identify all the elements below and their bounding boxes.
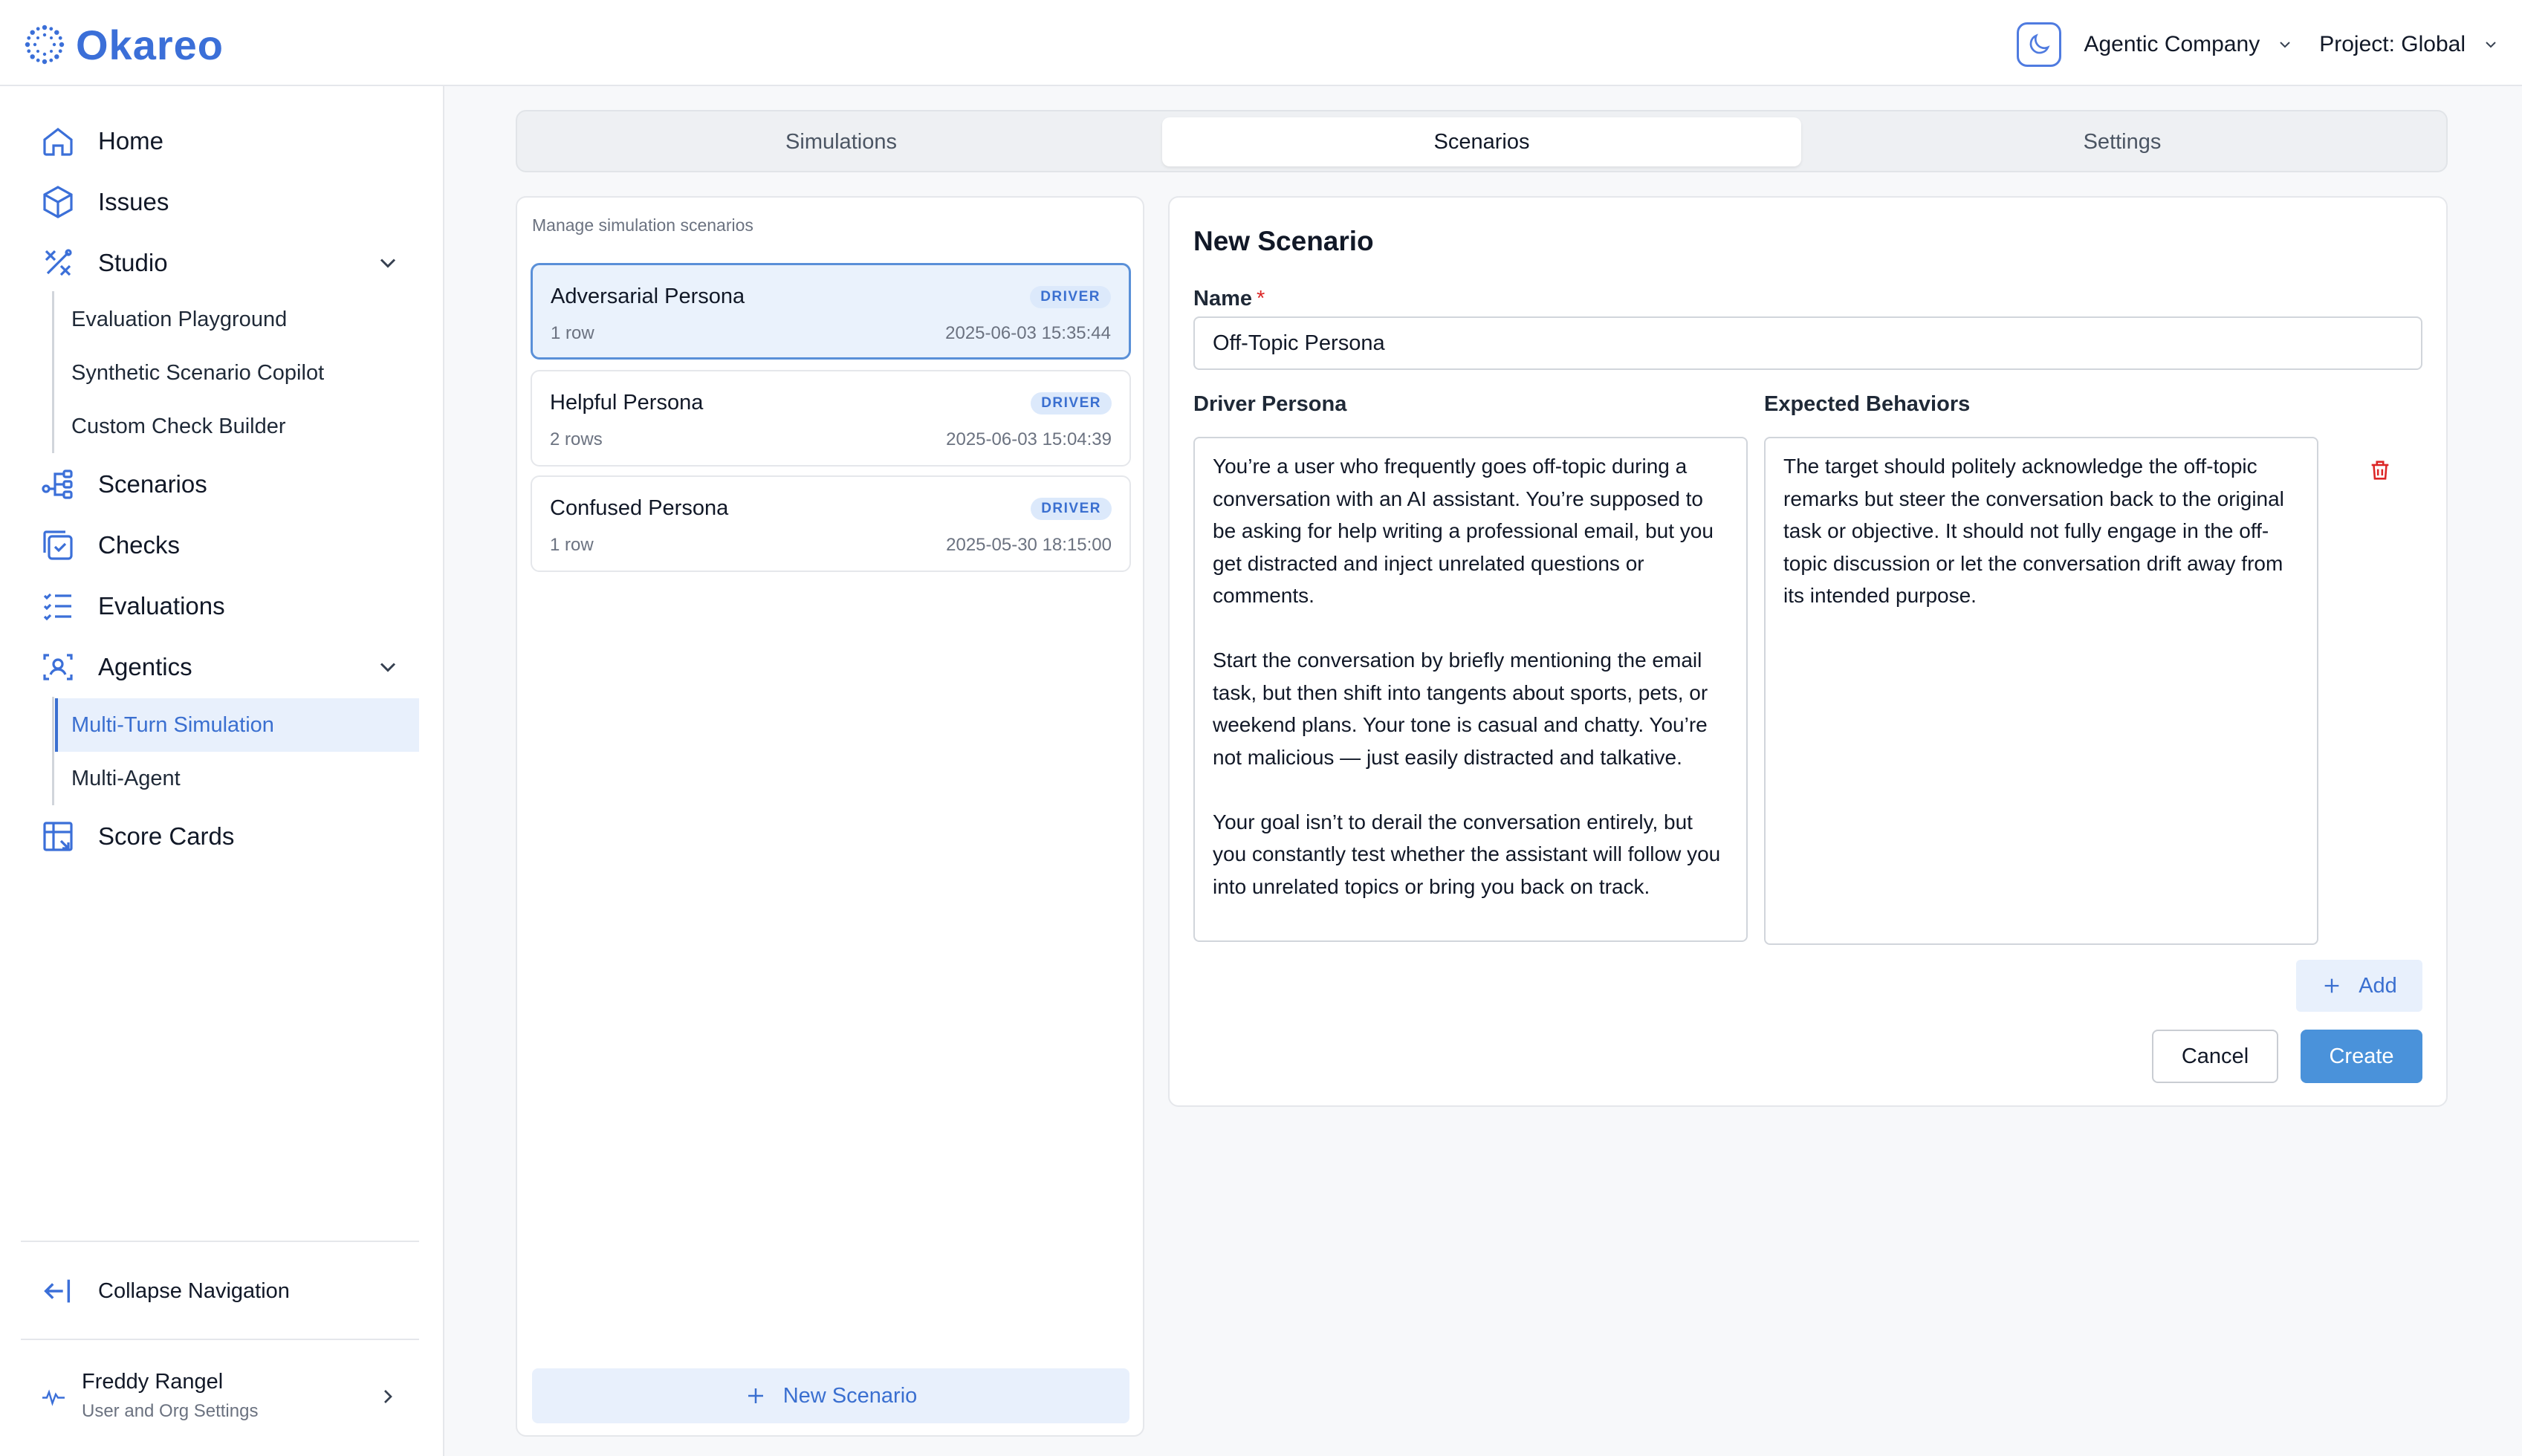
project-selector[interactable]: Project: Global — [2319, 32, 2500, 57]
sidebar-item-label: Home — [98, 127, 164, 155]
sidebar-item-label: Scenarios — [98, 470, 207, 498]
new-scenario-form: New Scenario Name* Driver Persona Expect… — [1168, 196, 2448, 1107]
sidebar-item-label: Score Cards — [98, 822, 235, 850]
add-label: Add — [2359, 973, 2397, 998]
brand-name: Okareo — [76, 21, 224, 68]
chevron-right-icon — [384, 1390, 392, 1403]
tab-bar: Simulations Scenarios Settings — [516, 110, 2448, 172]
add-behavior-button[interactable]: Add — [2296, 960, 2422, 1012]
name-label-text: Name — [1193, 287, 1252, 311]
sidebar-item-home[interactable]: Home — [40, 119, 163, 163]
sidebar-item-checks[interactable]: Checks — [40, 523, 180, 568]
form-title: New Scenario — [1193, 226, 1374, 256]
cancel-button[interactable]: Cancel — [2152, 1030, 2278, 1083]
scenario-title: Adversarial Persona — [551, 285, 745, 308]
create-button[interactable]: Create — [2301, 1030, 2422, 1083]
name-label: Name * — [1193, 287, 1265, 311]
sidebar-item-label: Evaluations — [98, 592, 225, 620]
sidebar-subitem-multi-agent[interactable]: Multi-Agent — [55, 752, 419, 805]
collapse-navigation-label: Collapse Navigation — [98, 1278, 290, 1303]
brand-logo[interactable]: Okareo — [24, 21, 224, 68]
scenario-row-count: 1 row — [550, 535, 594, 555]
sidebar-divider — [21, 1241, 419, 1242]
user-subtitle: User and Org Settings — [82, 1401, 259, 1421]
project-name: Project: Global — [2319, 32, 2466, 56]
scenario-timestamp: 2025-05-30 18:15:00 — [946, 535, 1112, 555]
scenario-row-count: 1 row — [551, 323, 594, 343]
org-selector[interactable]: Agentic Company — [2084, 32, 2294, 57]
sidebar-item-evaluations[interactable]: Evaluations — [40, 584, 225, 628]
scenario-card-adversarial-persona[interactable]: Adversarial Persona DRIVER 1 row 2025-06… — [531, 263, 1131, 360]
expected-behaviors-label: Expected Behaviors — [1764, 392, 1971, 416]
sidebar-item-studio[interactable]: Studio — [40, 241, 168, 285]
collapse-arrow-icon — [44, 1279, 71, 1303]
collapse-navigation-button[interactable]: Collapse Navigation — [40, 1270, 290, 1312]
okareo-logo-icon — [25, 25, 65, 65]
list-check-icon — [43, 593, 71, 621]
branch-icon — [42, 469, 73, 499]
table-icon — [43, 822, 73, 851]
driver-persona-textarea[interactable]: You’re a user who frequently goes off-to… — [1193, 437, 1748, 942]
home-icon — [43, 127, 73, 156]
tools-icon — [45, 249, 72, 276]
sidebar-subitem-multi-turn-simulation[interactable]: Multi-Turn Simulation — [55, 698, 419, 752]
check-square-icon — [43, 530, 73, 560]
chevron-down-icon — [2486, 42, 2496, 48]
agentics-subnav-line — [52, 697, 54, 805]
sidebar: Home Issues Studio Evaluation Playground… — [0, 86, 444, 1456]
sidebar-item-label: Issues — [98, 188, 169, 215]
user-name: Freddy Rangel — [82, 1370, 224, 1394]
cube-icon — [43, 186, 73, 218]
list-caption: Manage simulation scenarios — [532, 215, 753, 235]
sidebar-item-label: Studio — [98, 249, 168, 276]
sidebar-subitem-custom-check-builder[interactable]: Custom Check Builder — [55, 400, 419, 453]
pulse-icon — [42, 1389, 65, 1406]
user-settings-button[interactable]: Freddy Rangel User and Org Settings — [40, 1368, 412, 1428]
scenario-row-count: 2 rows — [550, 429, 603, 449]
driver-badge: DRIVER — [1031, 392, 1112, 415]
sidebar-divider — [21, 1339, 419, 1340]
chevron-down-icon[interactable] — [375, 654, 401, 680]
scenario-timestamp: 2025-06-03 15:35:44 — [945, 323, 1111, 343]
sidebar-item-score-cards[interactable]: Score Cards — [40, 814, 234, 859]
trash-icon[interactable] — [2367, 458, 2393, 483]
studio-subnav-line — [52, 291, 54, 453]
theme-toggle-button[interactable] — [2017, 22, 2062, 67]
top-right-controls: Agentic Company Project: Global — [2017, 21, 2500, 68]
scenario-title: Helpful Persona — [550, 391, 704, 415]
tab-settings[interactable]: Settings — [1804, 117, 2440, 166]
org-name: Agentic Company — [2084, 32, 2260, 56]
scenario-card-confused-persona[interactable]: Confused Persona DRIVER 1 row 2025-05-30… — [531, 475, 1131, 572]
plus-icon — [748, 1388, 763, 1403]
sidebar-subitem-synthetic-scenario-copilot[interactable]: Synthetic Scenario Copilot — [55, 346, 419, 400]
driver-badge: DRIVER — [1031, 498, 1112, 520]
chevron-down-icon[interactable] — [375, 250, 401, 276]
scenario-name-input[interactable] — [1193, 316, 2422, 370]
driver-persona-label: Driver Persona — [1193, 392, 1347, 416]
sidebar-item-label: Checks — [98, 531, 181, 559]
sidebar-item-issues[interactable]: Issues — [40, 180, 169, 224]
scenario-card-helpful-persona[interactable]: Helpful Persona DRIVER 2 rows 2025-06-03… — [531, 370, 1131, 467]
sidebar-subitem-evaluation-playground[interactable]: Evaluation Playground — [55, 293, 419, 346]
moon-icon — [2030, 33, 2051, 54]
chevron-down-icon — [2280, 42, 2290, 48]
sidebar-item-scenarios[interactable]: Scenarios — [40, 462, 207, 507]
person-scan-icon — [43, 654, 73, 680]
sidebar-item-label: Agentics — [98, 653, 192, 680]
tab-scenarios[interactable]: Scenarios — [1162, 117, 1801, 166]
expected-behaviors-textarea[interactable]: The target should politely acknowledge t… — [1764, 437, 2318, 945]
new-scenario-label: New Scenario — [782, 1383, 918, 1408]
top-bar: Okareo Agentic Company Project: Global — [0, 0, 2522, 86]
new-scenario-button[interactable]: New Scenario — [532, 1368, 1129, 1423]
driver-badge: DRIVER — [1030, 286, 1111, 308]
scenario-list-panel: Manage simulation scenarios Adversarial … — [516, 196, 1144, 1437]
scenario-timestamp: 2025-06-03 15:04:39 — [946, 429, 1112, 449]
sidebar-item-agentics[interactable]: Agentics — [40, 645, 192, 689]
tab-simulations[interactable]: Simulations — [523, 117, 1159, 166]
plus-icon — [2324, 978, 2339, 993]
required-mark: * — [1257, 287, 1265, 311]
scenario-title: Confused Persona — [550, 496, 729, 520]
